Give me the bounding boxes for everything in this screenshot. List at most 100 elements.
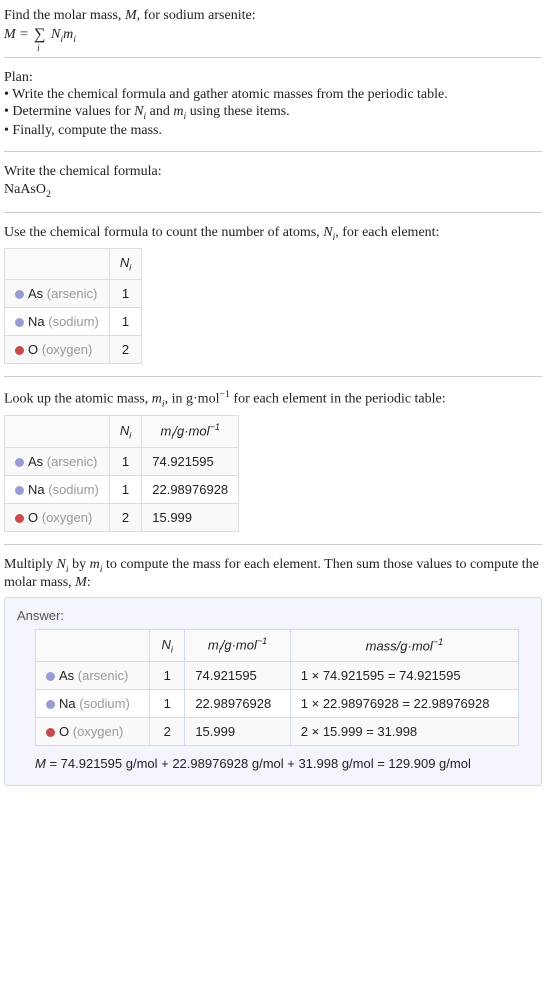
lookup-m: m (152, 392, 162, 407)
element-dot-icon (46, 700, 55, 709)
answer-table: Ni mi/g·mol−1 mass/g·mol−1 As (arsenic) … (35, 629, 519, 746)
table-row: Na (sodium) 1 (5, 308, 142, 336)
element-dot-icon (46, 672, 55, 681)
mult-M: M (75, 575, 87, 590)
mult-m: m (90, 557, 100, 572)
sigma-index: i (37, 43, 40, 53)
element-name: (sodium) (79, 696, 130, 711)
divider (4, 151, 542, 152)
empty-header (5, 416, 110, 448)
mult-N: N (57, 557, 66, 572)
N-value: 1 (150, 662, 185, 690)
element-cell: Na (sodium) (5, 476, 110, 504)
lookup-table: Ni mi/g·mol−1 As (arsenic) 1 74.921595 N… (4, 415, 239, 532)
element-dot-icon (15, 290, 24, 299)
intro-text: Find the molar mass, M, for sodium arsen… (4, 8, 542, 24)
mult-colon: : (87, 575, 91, 590)
element-symbol: Na (28, 482, 45, 497)
lookup-heading: Look up the atomic mass, mi, in g·mol−1 … (4, 389, 542, 409)
element-cell: As (arsenic) (5, 280, 110, 308)
element-name: (arsenic) (78, 668, 129, 683)
final-M: M (35, 756, 46, 771)
eq-M: M (4, 27, 16, 42)
lookup-b: , in g·mol (165, 392, 220, 407)
element-symbol: O (28, 342, 38, 357)
table-row: O (oxygen) 2 15.999 (5, 504, 239, 532)
sigma-char: ∑ (34, 26, 45, 43)
hdr-N: N (161, 637, 170, 652)
chem-formula-sub: 2 (46, 189, 51, 200)
mult-by: by (69, 557, 90, 572)
hdr-unit-exp: −1 (257, 636, 267, 646)
divider (4, 544, 542, 545)
mass-value: 2 × 15.999 = 31.998 (290, 718, 518, 746)
table-header-row: Ni mi/g·mol−1 mass/g·mol−1 (36, 630, 519, 662)
element-name: (oxygen) (73, 724, 124, 739)
chem-heading: Write the chemical formula: (4, 164, 542, 180)
plan-line2a: • Determine values for (4, 104, 134, 119)
element-dot-icon (15, 514, 24, 523)
lookup-c: for each element in the periodic table: (230, 392, 446, 407)
m-value: 22.98976928 (185, 690, 290, 718)
hdr-N: N (120, 423, 129, 438)
element-cell: O (oxygen) (5, 504, 110, 532)
plan-line1: • Write the chemical formula and gather … (4, 87, 542, 103)
element-cell: Na (sodium) (36, 690, 150, 718)
sigma-symbol: ∑i (34, 26, 45, 44)
plan-and: and (146, 104, 173, 119)
Ni-header: Ni (109, 249, 141, 280)
element-cell: As (arsenic) (5, 448, 110, 476)
N-value: 1 (109, 476, 141, 504)
lookup-section: Look up the atomic mass, mi, in g·mol−1 … (4, 385, 542, 536)
mass-value: 1 × 22.98976928 = 22.98976928 (290, 690, 518, 718)
chem-formula-text: NaAsO (4, 182, 46, 197)
hdr-mass: mass/g·mol (366, 639, 433, 654)
element-cell: As (arsenic) (36, 662, 150, 690)
element-name: (oxygen) (42, 342, 93, 357)
count-N: N (323, 225, 332, 240)
divider (4, 57, 542, 58)
hdr-m: m (161, 424, 172, 439)
m-value: 74.921595 (185, 662, 290, 690)
element-symbol: As (59, 668, 74, 683)
m-value: 22.98976928 (142, 476, 239, 504)
m-value: 15.999 (142, 504, 239, 532)
plan-heading: Plan: (4, 70, 542, 86)
element-symbol: O (28, 510, 38, 525)
empty-header (5, 249, 110, 280)
N-value: 2 (150, 718, 185, 746)
element-name: (arsenic) (47, 454, 98, 469)
table-header-row: Ni (5, 249, 142, 280)
m-value: 74.921595 (142, 448, 239, 476)
hdr-unit: /g·mol (221, 638, 257, 653)
intro-M: M (125, 8, 137, 23)
table-row: Na (sodium) 1 22.98976928 (5, 476, 239, 504)
lookup-a: Look up the atomic mass, (4, 392, 152, 407)
multiply-section: Multiply Ni by mi to compute the mass fo… (4, 553, 542, 790)
mi-header: mi/g·mol−1 (142, 416, 239, 448)
table-row: Na (sodium) 1 22.98976928 1 × 22.9897692… (36, 690, 519, 718)
table-row: As (arsenic) 1 74.921595 1 × 74.921595 =… (36, 662, 519, 690)
element-symbol: As (28, 454, 43, 469)
molar-mass-equation: M = ∑i Nimi (4, 26, 542, 45)
element-name: (oxygen) (42, 510, 93, 525)
intro-section: Find the molar mass, M, for sodium arsen… (4, 4, 542, 49)
mass-value: 1 × 74.921595 = 74.921595 (290, 662, 518, 690)
N-value: 1 (109, 448, 141, 476)
intro-after: , for sodium arsenite: (137, 8, 256, 23)
eq-equals: = (16, 27, 32, 42)
m-value: 15.999 (185, 718, 290, 746)
element-symbol: As (28, 286, 43, 301)
element-cell: O (oxygen) (36, 718, 150, 746)
divider (4, 376, 542, 377)
element-dot-icon (46, 728, 55, 737)
hdr-Ni-sub: i (171, 644, 173, 654)
count-heading-a: Use the chemical formula to count the nu… (4, 225, 323, 240)
element-cell: O (oxygen) (5, 336, 110, 364)
hdr-Ni-sub: i (129, 263, 131, 273)
final-equation: M = 74.921595 g/mol + 22.98976928 g/mol … (17, 756, 529, 771)
element-symbol: Na (59, 696, 76, 711)
plan-section: Plan: • Write the chemical formula and g… (4, 66, 542, 143)
hdr-mass-exp: −1 (433, 637, 443, 647)
N-value: 2 (109, 504, 141, 532)
